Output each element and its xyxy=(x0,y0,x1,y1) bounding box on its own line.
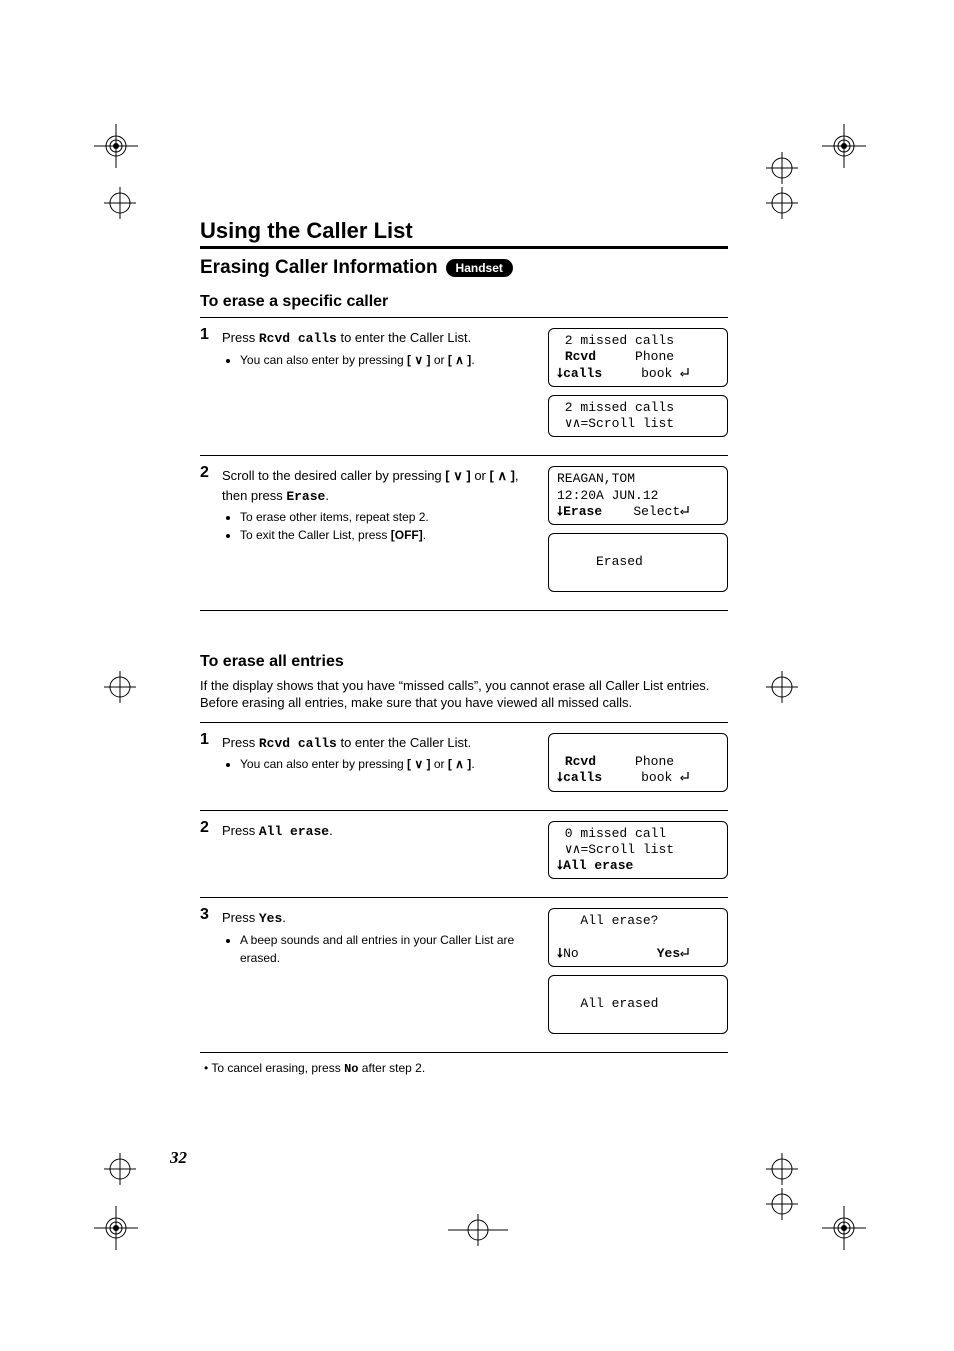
section-title: Using the Caller List xyxy=(200,218,728,244)
lcd-screens: 0 missed call ∨∧=Scroll list ⭣All erase xyxy=(548,810,728,898)
step-number: 1 xyxy=(200,722,222,810)
regmark-icon xyxy=(766,187,798,219)
step-number: 2 xyxy=(200,456,222,611)
step-bullet: A beep sounds and all entries in your Ca… xyxy=(240,931,538,967)
lcd-screen: 2 missed calls ∨∧=Scroll list xyxy=(548,395,728,438)
crop-center-icon xyxy=(448,1214,508,1246)
page-content: Using the Caller List Erasing Caller Inf… xyxy=(200,218,728,1076)
handset-badge: Handset xyxy=(446,259,513,277)
step-text: Press All erase. xyxy=(222,810,548,898)
step-number: 1 xyxy=(200,318,222,456)
regmark-icon xyxy=(766,671,798,703)
erase-specific-heading: To erase a specific caller xyxy=(200,293,728,311)
erase-all-heading: To erase all entries xyxy=(200,653,728,671)
lcd-screen: Rcvd Phone ⭣calls book xyxy=(548,733,728,792)
lcd-screen: 0 missed call ∨∧=Scroll list ⭣All erase xyxy=(548,821,728,880)
radial-mark-icon xyxy=(822,124,866,168)
regmark-icon xyxy=(104,1153,136,1185)
step-number: 2 xyxy=(200,810,222,898)
step-bullet: You can also enter by pressing [ ∨ ] or … xyxy=(240,351,538,369)
step-text: Press Rcvd calls to enter the Caller Lis… xyxy=(222,722,548,810)
regmark-icon xyxy=(766,1188,798,1220)
step-text: Scroll to the desired caller by pressing… xyxy=(222,456,548,611)
radial-mark-icon xyxy=(822,1206,866,1250)
step-number: 3 xyxy=(200,898,222,1053)
regmark-icon xyxy=(104,187,136,219)
regmark-icon xyxy=(766,1153,798,1185)
lcd-screen: REAGAN,TOM 12:20A JUN.12 ⭣Erase Select xyxy=(548,466,728,525)
regmark-icon xyxy=(766,152,798,184)
regmark-icon xyxy=(104,671,136,703)
steps-table-b: 1Press Rcvd calls to enter the Caller Li… xyxy=(200,722,728,1053)
step-text: Press Yes.A beep sounds and all entries … xyxy=(222,898,548,1053)
erase-all-intro: If the display shows that you have “miss… xyxy=(200,677,728,712)
lcd-screen: Erased xyxy=(548,533,728,592)
lcd-screens: Rcvd Phone ⭣calls book xyxy=(548,722,728,810)
step-text: Press Rcvd calls to enter the Caller Lis… xyxy=(222,318,548,456)
footnote: • To cancel erasing, press No after step… xyxy=(204,1061,728,1076)
lcd-screens: 2 missed calls Rcvd Phone ⭣calls book 2 … xyxy=(548,318,728,456)
lcd-screen: 2 missed calls Rcvd Phone ⭣calls book xyxy=(548,328,728,387)
page-number: 32 xyxy=(170,1148,187,1168)
divider xyxy=(200,246,728,249)
step-bullet: To exit the Caller List, press [OFF]. xyxy=(240,526,538,544)
sub-heading: Erasing Caller Information xyxy=(200,257,438,279)
radial-mark-icon xyxy=(94,1206,138,1250)
lcd-screens: REAGAN,TOM 12:20A JUN.12 ⭣Erase Select E… xyxy=(548,456,728,611)
lcd-screen: All erased xyxy=(548,975,728,1034)
lcd-screens: All erase? ⭣No Yes All erased xyxy=(548,898,728,1053)
lcd-screen: All erase? ⭣No Yes xyxy=(548,908,728,967)
step-bullet: To erase other items, repeat step 2. xyxy=(240,508,538,526)
radial-mark-icon xyxy=(94,124,138,168)
step-bullet: You can also enter by pressing [ ∨ ] or … xyxy=(240,755,538,773)
steps-table-a: 1Press Rcvd calls to enter the Caller Li… xyxy=(200,317,728,611)
